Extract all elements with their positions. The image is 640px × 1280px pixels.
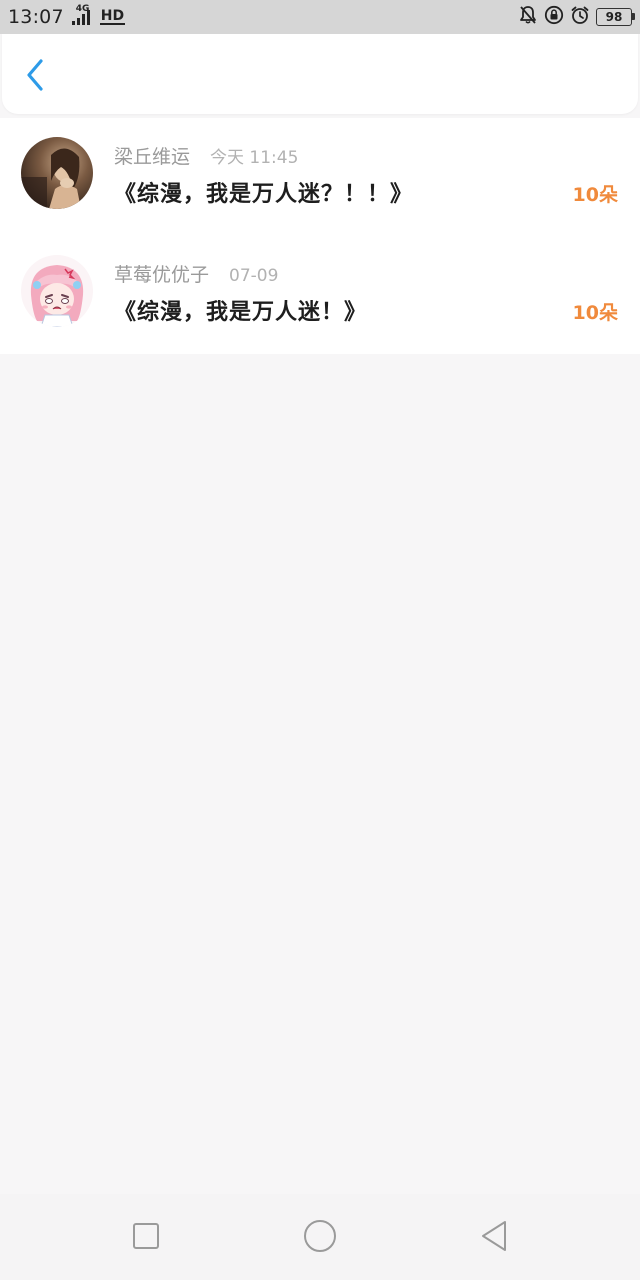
back-button[interactable]	[20, 59, 50, 95]
network-type: 4G	[75, 4, 90, 14]
username[interactable]: 草莓优优子	[114, 260, 209, 287]
avatar[interactable]	[21, 255, 93, 327]
system-nav-bar	[0, 1194, 640, 1280]
lock-rotation-icon	[544, 5, 564, 29]
hd-badge: HD	[99, 8, 126, 25]
recent-apps-icon	[132, 1222, 160, 1254]
home-icon	[303, 1219, 337, 1257]
timestamp: 07-09	[229, 266, 279, 286]
alarm-icon	[570, 5, 590, 29]
flower-count: 10朵	[572, 302, 618, 324]
status-left: 13:07 4G HD	[8, 4, 126, 30]
reward-list: 梁丘维运 今天 11:45 《综漫，我是万人迷？！！》 10朵 草莓优优子 07…	[0, 118, 640, 354]
home-button[interactable]	[298, 1216, 342, 1260]
avatar[interactable]	[21, 137, 93, 209]
flower-count: 10朵	[572, 184, 618, 206]
username[interactable]: 梁丘维运	[114, 142, 190, 169]
item-meta: 梁丘维运 今天 11:45	[114, 142, 298, 169]
status-time: 13:07	[8, 6, 64, 28]
timestamp: 今天 11:45	[210, 148, 299, 168]
book-title[interactable]: 《综漫，我是万人迷！》	[114, 294, 367, 326]
status-right: 98	[518, 4, 635, 30]
header-bar	[2, 34, 638, 114]
battery-indicator: 98	[596, 8, 635, 26]
book-title[interactable]: 《综漫，我是万人迷？！！》	[114, 176, 413, 208]
back-triangle-icon	[479, 1220, 509, 1256]
list-item[interactable]: 梁丘维运 今天 11:45 《综漫，我是万人迷？！！》 10朵	[0, 118, 640, 236]
nav-back-button[interactable]	[472, 1216, 516, 1260]
item-meta: 草莓优优子 07-09	[114, 260, 278, 287]
chevron-left-icon	[25, 59, 45, 95]
signal-icon: 4G	[70, 4, 94, 26]
list-item[interactable]: 草莓优优子 07-09 《综漫，我是万人迷！》 10朵	[0, 236, 640, 354]
status-bar: 13:07 4G HD 98	[0, 0, 640, 34]
mute-bell-icon	[518, 5, 538, 29]
recent-apps-button[interactable]	[124, 1216, 168, 1260]
